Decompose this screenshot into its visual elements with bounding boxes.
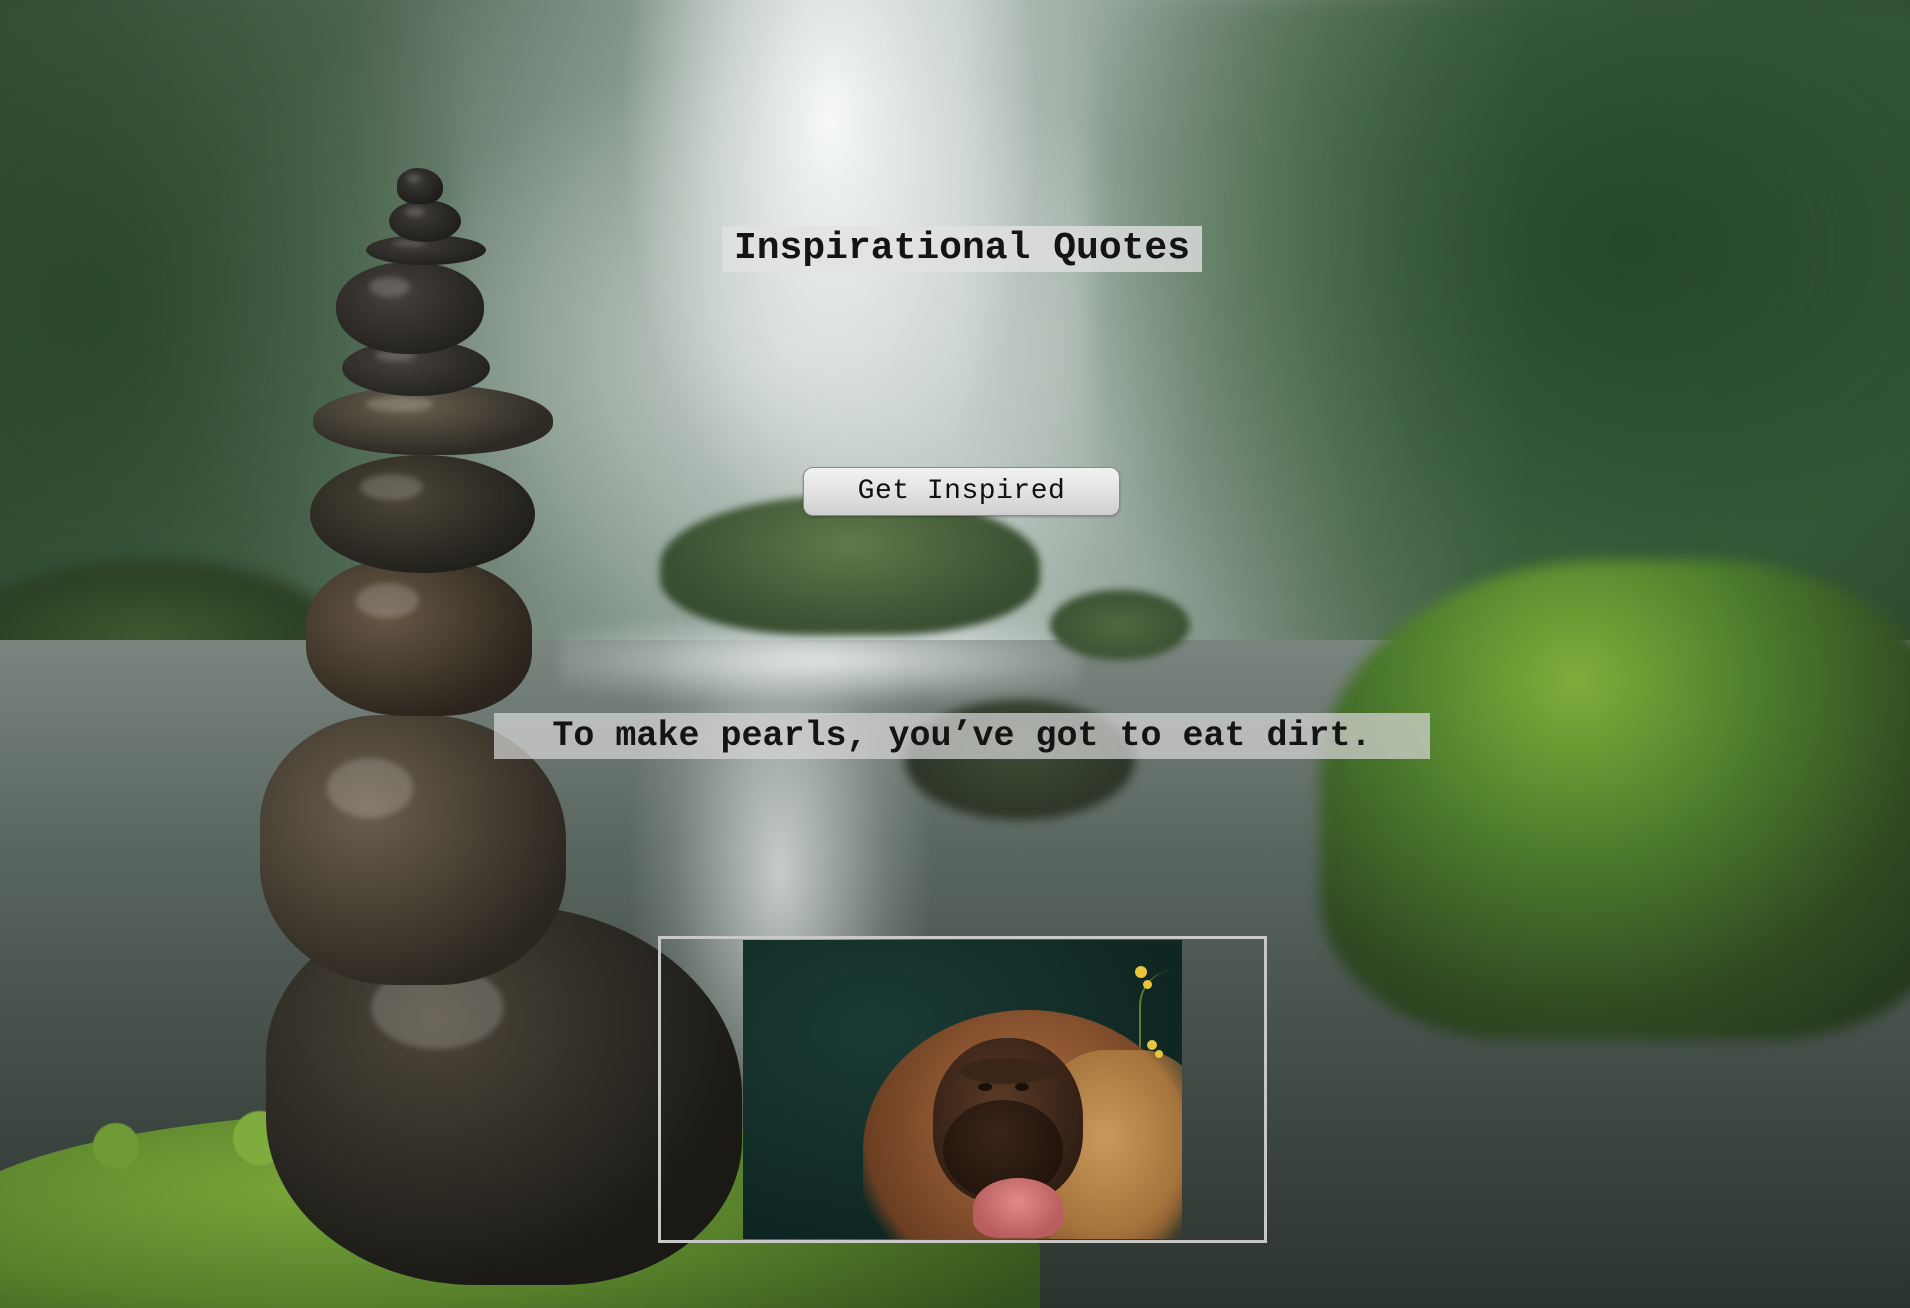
quote-text: To make pearls, you’ve got to eat dirt. [494, 713, 1430, 759]
monkey-brow [961, 1058, 1053, 1084]
monkey-chest-patch [973, 1178, 1063, 1238]
cairn-stone [397, 168, 443, 204]
cairn-stone [389, 200, 461, 242]
mossy-rock-small [1050, 590, 1190, 660]
quote-image [743, 940, 1182, 1239]
cairn-stone [313, 385, 553, 455]
yellow-flower [1155, 1050, 1163, 1058]
yellow-flower [1147, 1040, 1157, 1050]
mossy-log-right [1320, 560, 1910, 1040]
mossy-rock-center [660, 495, 1040, 635]
page-title: Inspirational Quotes [722, 226, 1202, 272]
cairn-stone [306, 558, 532, 716]
monkey-eye [1015, 1083, 1029, 1091]
get-inspired-button[interactable]: Get Inspired [803, 467, 1120, 516]
yellow-flower [1143, 980, 1152, 989]
cairn-stone [336, 262, 484, 354]
yellow-flower [1135, 966, 1147, 978]
cairn-stone [310, 455, 535, 573]
monkey-eye [978, 1083, 992, 1091]
